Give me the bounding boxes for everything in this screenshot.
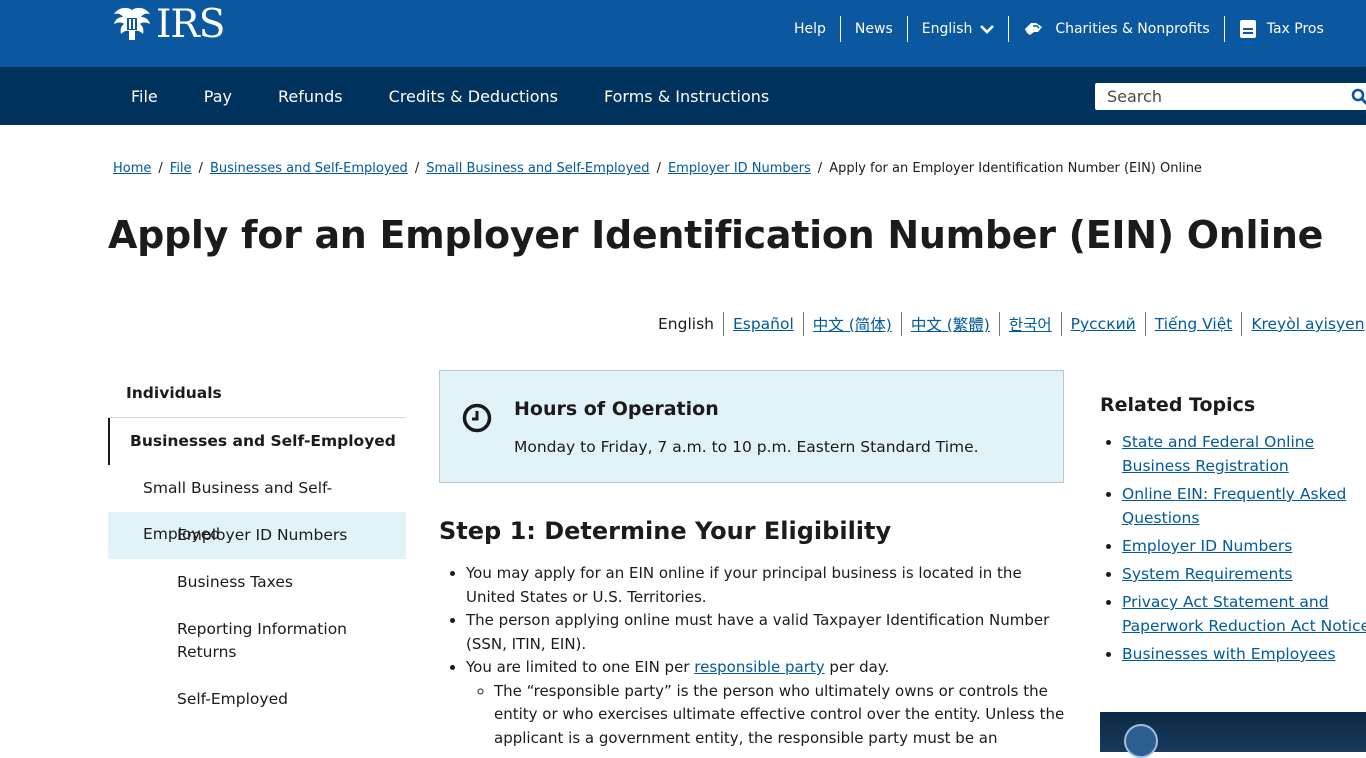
top-header: IRS Help News English Charities & Nonpro…: [0, 0, 1366, 67]
lang-chinese-traditional[interactable]: 中文 (繁體): [902, 313, 999, 335]
responsible-party-link[interactable]: responsible party: [694, 658, 824, 676]
list-item: The person applying online must have a v…: [466, 609, 1065, 656]
hours-of-operation-box: Hours of Operation Monday to Friday, 7 a…: [439, 370, 1064, 483]
related-link-privacy-act[interactable]: Privacy Act Statement and Paperwork Redu…: [1122, 593, 1366, 635]
list-item: State and Federal Online Business Regist…: [1122, 430, 1366, 478]
lang-spanish[interactable]: Español: [724, 315, 803, 333]
list-item: Privacy Act Statement and Paperwork Redu…: [1122, 590, 1366, 638]
breadcrumb-separator: /: [656, 161, 661, 176]
nav-pay[interactable]: Pay: [181, 87, 255, 106]
list-item: Employer ID Numbers: [1122, 534, 1366, 558]
charities-link-label: Charities & Nonprofits: [1055, 20, 1210, 37]
related-link-businesses-with-employees[interactable]: Businesses with Employees: [1122, 645, 1336, 663]
sidebar-item-businesses[interactable]: Businesses and Self-Employed: [108, 418, 406, 465]
hours-text: Monday to Friday, 7 a.m. to 10 p.m. East…: [514, 438, 979, 456]
help-link[interactable]: Help: [780, 21, 840, 37]
handshake-icon: [1025, 22, 1043, 35]
breadcrumb: Home / File / Businesses and Self-Employed / S…: [113, 161, 1202, 176]
tax-pros-link[interactable]: Tax Pros: [1225, 19, 1338, 39]
chevron-down-icon: [980, 24, 995, 34]
related-topics: Related Topics State and Federal Online …: [1100, 394, 1366, 670]
lang-russian[interactable]: Русский: [1062, 315, 1145, 333]
search-box: [1095, 83, 1366, 110]
news-link[interactable]: News: [841, 21, 907, 37]
step-1-heading: Step 1: Determine Your Eligibility: [439, 517, 892, 545]
page-title: Apply for an Employer Identification Num…: [108, 213, 1324, 257]
language-selector[interactable]: English: [908, 21, 1009, 37]
sidebar-item-self-employed[interactable]: Self-Employed: [108, 676, 406, 723]
tax-pros-link-label: Tax Pros: [1266, 20, 1324, 37]
sidebar-item-small-business[interactable]: Small Business and Self-Employed: [108, 465, 406, 543]
language-selector-label: English: [921, 20, 973, 37]
sidebar-nav: Individuals Businesses and Self-Employed…: [108, 370, 406, 723]
nav-file[interactable]: File: [108, 87, 181, 106]
document-icon: [1239, 19, 1256, 38]
breadcrumb-separator: /: [158, 161, 163, 176]
search-input[interactable]: [1095, 83, 1349, 110]
search-icon[interactable]: [1351, 88, 1366, 106]
breadcrumb-employer-id[interactable]: Employer ID Numbers: [668, 161, 811, 176]
related-link-employer-id-numbers[interactable]: Employer ID Numbers: [1122, 537, 1292, 555]
irs-logo[interactable]: IRS: [110, 1, 225, 47]
list-item: Businesses with Employees: [1122, 642, 1366, 666]
clock-icon: [462, 403, 492, 433]
lang-haitian-creole[interactable]: Kreyòl ayisyen: [1242, 315, 1366, 333]
breadcrumb-home[interactable]: Home: [113, 161, 151, 176]
main-nav: File Pay Refunds Credits & Deductions Fo…: [0, 67, 1366, 125]
irs-seal-icon: [1124, 724, 1158, 758]
nav-forms-instructions[interactable]: Forms & Instructions: [581, 87, 792, 106]
breadcrumb-separator: /: [414, 161, 420, 176]
related-link-system-requirements[interactable]: System Requirements: [1122, 565, 1293, 583]
related-link-business-registration[interactable]: State and Federal Online Business Regist…: [1122, 433, 1314, 475]
sidebar-item-individuals[interactable]: Individuals: [108, 370, 406, 418]
list-item: The “responsible party” is the person wh…: [494, 680, 1065, 751]
nav-credits-deductions[interactable]: Credits & Deductions: [366, 87, 581, 106]
utility-nav: Help News English Charities & Nonprofits: [780, 0, 1338, 57]
breadcrumb-separator: /: [198, 161, 203, 176]
eligibility-list: You may apply for an EIN online if your …: [440, 562, 1065, 750]
breadcrumb-separator: /: [817, 161, 823, 176]
sidebar-item-reporting-information-returns[interactable]: Reporting Information Returns: [108, 606, 406, 676]
language-links: English Español 中文 (简体) 中文 (繁體) 한국어 Русс…: [658, 312, 1366, 336]
lang-chinese-simplified[interactable]: 中文 (简体): [804, 313, 901, 335]
list-item: System Requirements: [1122, 562, 1366, 586]
breadcrumb-businesses[interactable]: Businesses and Self-Employed: [210, 161, 408, 176]
hours-title: Hours of Operation: [514, 398, 719, 420]
lang-vietnamese[interactable]: Tiếng Việt: [1146, 315, 1242, 333]
list-item: You are limited to one EIN per responsib…: [466, 656, 1065, 750]
lang-english: English: [658, 315, 714, 333]
related-topics-title: Related Topics: [1100, 394, 1256, 416]
lang-korean[interactable]: 한국어: [1000, 313, 1061, 335]
breadcrumb-file[interactable]: File: [170, 161, 192, 176]
list-item: You may apply for an EIN online if your …: [466, 562, 1065, 609]
nav-refunds[interactable]: Refunds: [255, 87, 366, 106]
breadcrumb-small-business[interactable]: Small Business and Self-Employed: [426, 161, 649, 176]
video-thumbnail[interactable]: [1100, 712, 1366, 758]
logo-wordmark: IRS: [156, 1, 225, 47]
eagle-icon: [114, 7, 150, 40]
sidebar-item-business-taxes[interactable]: Business Taxes: [108, 559, 406, 606]
list-item-text: per day.: [824, 658, 890, 676]
list-item: Online EIN: Frequently Asked Questions: [1122, 482, 1352, 530]
related-link-online-ein-faq[interactable]: Online EIN: Frequently Asked Questions: [1122, 485, 1346, 527]
list-item-text: You are limited to one EIN per: [466, 658, 695, 676]
charities-link[interactable]: Charities & Nonprofits: [1009, 20, 1223, 38]
sidebar-item-label: Reporting Information Returns: [177, 620, 348, 661]
breadcrumb-current: Apply for an Employer Identification Num…: [829, 161, 1202, 176]
